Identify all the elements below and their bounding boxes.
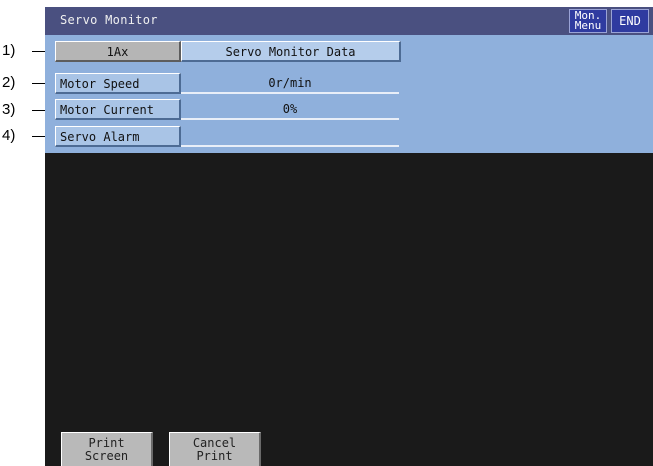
motor-current-label: Motor Current (55, 99, 181, 120)
cancel-print-label-line2: Print (196, 449, 233, 463)
motor-speed-value: 0r/min (181, 73, 399, 94)
callout-label: 4) (2, 127, 16, 144)
print-screen-button[interactable]: Print Screen (61, 432, 153, 466)
motor-current-value: 0% (181, 99, 399, 120)
screen-title: Servo Monitor (60, 13, 158, 27)
servo-alarm-label: Servo Alarm (55, 126, 181, 147)
monitor-panel: 1Ax Servo Monitor Data Motor Speed 0r/mi… (45, 35, 653, 153)
callout-label: 3) (2, 101, 16, 118)
motor-speed-label: Motor Speed (55, 73, 181, 94)
end-button[interactable]: END (611, 9, 649, 33)
servo-monitor-data-header: Servo Monitor Data (181, 41, 401, 62)
print-screen-label-line2: Screen (84, 449, 129, 463)
monitor-menu-label-line2: Menu (574, 19, 602, 32)
axis-select-button[interactable]: 1Ax (55, 41, 181, 62)
servo-monitor-screen: Servo Monitor Mon. Menu END 1Ax Servo Mo… (45, 7, 653, 466)
callout-label: 2) (2, 74, 16, 91)
servo-alarm-value (181, 126, 399, 147)
callout-label: 1) (2, 42, 16, 59)
cancel-print-button[interactable]: Cancel Print (169, 432, 261, 466)
monitor-menu-button[interactable]: Mon. Menu (569, 9, 607, 33)
title-bar: Servo Monitor Mon. Menu END (45, 7, 653, 35)
